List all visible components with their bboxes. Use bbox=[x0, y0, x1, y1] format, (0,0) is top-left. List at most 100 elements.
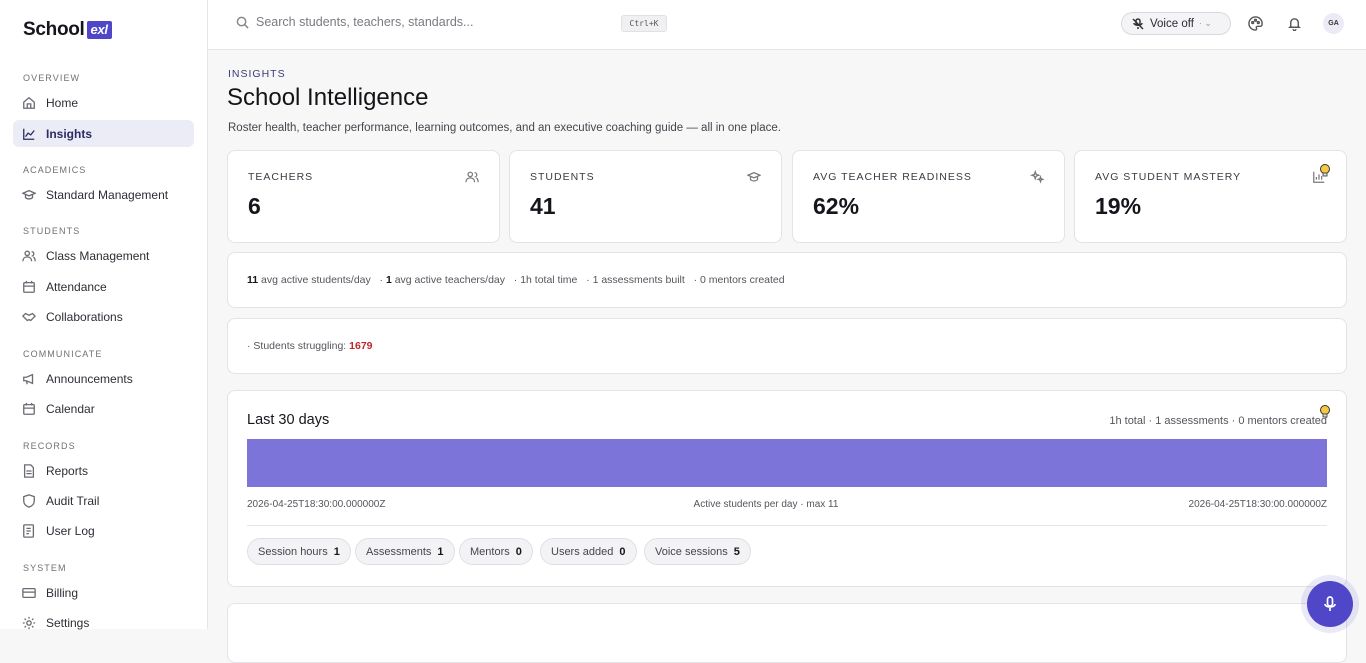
voice-assistant-button[interactable] bbox=[1307, 581, 1353, 627]
palette-icon[interactable] bbox=[1248, 16, 1263, 31]
brand-badge: exl bbox=[86, 21, 112, 39]
search-input[interactable]: Search students, teachers, standards... bbox=[236, 15, 473, 29]
activity-summary-card: 11 avg active students/day · 1 avg activ… bbox=[227, 252, 1347, 308]
gear-icon bbox=[22, 616, 36, 629]
sidebar-item-insights[interactable]: Insights bbox=[13, 120, 194, 147]
sidebar-item-calendar[interactable]: Calendar bbox=[13, 395, 194, 422]
last-30-summary: 1h total · 1 assessments · 0 mentors cre… bbox=[1109, 415, 1327, 427]
pill-value: 0 bbox=[515, 545, 522, 558]
sidebar-item-reports[interactable]: Reports bbox=[13, 457, 194, 484]
struggling-count: 1679 bbox=[349, 340, 373, 352]
topbar: Search students, teachers, standards... … bbox=[208, 0, 1366, 50]
activity-summary-line: 11 avg active students/day · 1 avg activ… bbox=[247, 274, 785, 286]
stat-value: 41 bbox=[530, 193, 556, 219]
sidebar-item-user-log[interactable]: User Log bbox=[13, 517, 194, 544]
shield-icon bbox=[23, 493, 35, 508]
divider bbox=[247, 525, 1327, 526]
pill-label: Users added bbox=[551, 545, 614, 558]
avatar[interactable]: GA bbox=[1323, 13, 1344, 34]
users-icon bbox=[22, 250, 36, 261]
calendar-icon bbox=[23, 402, 35, 415]
stat-value: 62% bbox=[813, 193, 860, 219]
section-records: RECORDS bbox=[23, 441, 76, 451]
section-communicate: COMMUNICATE bbox=[23, 349, 103, 359]
stat-value: 6 bbox=[248, 193, 261, 219]
pill-session-hours: Session hours 1 bbox=[247, 538, 351, 565]
bell-icon[interactable] bbox=[1287, 16, 1302, 31]
sidebar-item-label: Collaborations bbox=[46, 309, 123, 324]
section-system: SYSTEM bbox=[23, 563, 67, 573]
pill-users-added: Users added 0 bbox=[540, 538, 637, 565]
sidebar-item-label: Standard Management bbox=[46, 187, 169, 202]
file-icon bbox=[23, 463, 35, 478]
pill-value: 5 bbox=[733, 545, 740, 558]
active-teachers-count: 1 bbox=[385, 274, 392, 286]
pill-label: Voice sessions bbox=[655, 545, 728, 558]
sidebar-item-label: Calendar bbox=[46, 401, 95, 416]
log-icon bbox=[23, 523, 35, 538]
page-subtitle: Roster health, teacher performance, lear… bbox=[228, 122, 781, 134]
sidebar-item-audit-trail[interactable]: Audit Trail bbox=[13, 487, 194, 514]
graduation-cap-icon bbox=[747, 171, 761, 182]
active-teachers-label: avg active teachers/day bbox=[394, 274, 506, 286]
sparkles-icon bbox=[1030, 170, 1044, 184]
range-end: 2026-04-25T18:30:00.000000Z bbox=[1188, 499, 1327, 510]
pill-label: Assessments bbox=[366, 545, 432, 558]
active-students-label: avg active students/day bbox=[261, 274, 371, 286]
sidebar-item-settings[interactable]: Settings bbox=[13, 609, 194, 636]
stat-card-teacher-readiness: AVG TEACHER READINESS 62% bbox=[792, 150, 1065, 243]
sidebar-item-home[interactable]: Home bbox=[13, 89, 194, 116]
sidebar-item-label: Announcements bbox=[46, 371, 133, 386]
lightbulb-icon[interactable] bbox=[1317, 163, 1333, 179]
chart-icon bbox=[23, 128, 35, 140]
page-title: School Intelligence bbox=[227, 84, 429, 111]
struggling-card: · Students struggling: 1679 bbox=[227, 318, 1347, 374]
sidebar-item-collaborations[interactable]: Collaborations bbox=[13, 303, 194, 330]
struggling-label: · Students struggling: bbox=[247, 340, 347, 352]
sidebar-item-billing[interactable]: Billing bbox=[13, 579, 194, 606]
section-academics: ACADEMICS bbox=[23, 165, 87, 175]
shortcut-badge: Ctrl+K bbox=[621, 15, 667, 32]
page-eyebrow: INSIGHTS bbox=[228, 68, 286, 80]
active-students-count: 11 bbox=[247, 274, 259, 286]
total-time: · 1h total time bbox=[513, 274, 578, 286]
brand-logo[interactable]: School exl bbox=[23, 19, 112, 41]
sidebar-item-label: Home bbox=[46, 95, 79, 110]
sidebar: School exl OVERVIEW Home Insights ACADEMI… bbox=[0, 0, 208, 630]
pill-voice-sessions: Voice sessions 5 bbox=[644, 538, 751, 565]
sidebar-item-label: Insights bbox=[46, 126, 93, 141]
search-icon bbox=[236, 16, 249, 29]
credit-card-icon bbox=[22, 587, 36, 598]
stat-card-students: STUDENTS 41 bbox=[509, 150, 782, 243]
sidebar-item-label: Class Management bbox=[46, 248, 150, 263]
active-students-bar[interactable] bbox=[247, 439, 1327, 487]
sidebar-item-label: Reports bbox=[46, 463, 89, 478]
stat-label: AVG STUDENT MASTERY bbox=[1095, 171, 1242, 183]
handshake-icon bbox=[22, 312, 36, 321]
sidebar-item-label: Billing bbox=[46, 585, 79, 600]
home-icon bbox=[23, 96, 35, 109]
sidebar-item-class-management[interactable]: Class Management bbox=[13, 242, 194, 269]
next-section-card bbox=[227, 603, 1347, 663]
sidebar-item-announcements[interactable]: Announcements bbox=[13, 365, 194, 392]
pill-label: Mentors bbox=[470, 545, 510, 558]
graduation-cap-icon bbox=[22, 189, 36, 200]
chart-caption: Active students per day · max 11 bbox=[693, 499, 839, 510]
pill-label: Session hours bbox=[258, 545, 328, 558]
stat-label: TEACHERS bbox=[248, 171, 314, 183]
stat-label: STUDENTS bbox=[530, 171, 595, 183]
calendar-icon bbox=[23, 280, 35, 293]
stat-value: 19% bbox=[1095, 193, 1142, 219]
search-placeholder: Search students, teachers, standards... bbox=[256, 15, 474, 29]
sidebar-item-attendance[interactable]: Attendance bbox=[13, 273, 194, 300]
lightbulb-icon[interactable] bbox=[1317, 404, 1333, 420]
pill-value: 0 bbox=[619, 545, 626, 558]
stat-label: AVG TEACHER READINESS bbox=[813, 171, 972, 183]
mic-off-icon bbox=[1132, 17, 1144, 30]
voice-toggle-button[interactable]: Voice off · ⌄ bbox=[1121, 12, 1231, 35]
sidebar-item-label: Attendance bbox=[46, 279, 107, 294]
sidebar-item-standard-management[interactable]: Standard Management bbox=[13, 181, 194, 208]
section-overview: OVERVIEW bbox=[23, 73, 81, 83]
assessments-built: · 1 assessments built bbox=[586, 274, 685, 286]
pill-assessments: Assessments 1 bbox=[355, 538, 455, 565]
